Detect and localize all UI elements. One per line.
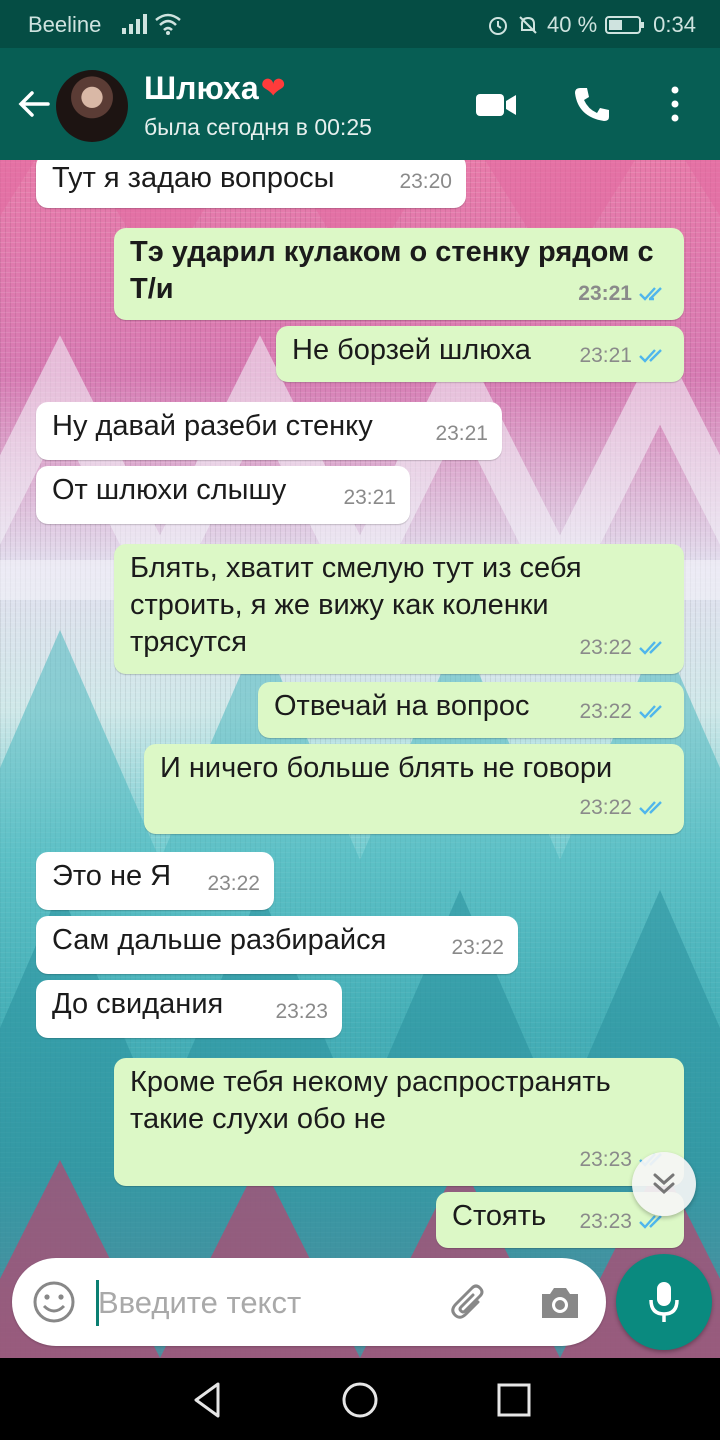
chat-header: Шлюха ❤ была сегодня в 00:25 bbox=[0, 48, 720, 160]
message-text: Отвечай на вопрос bbox=[274, 690, 530, 722]
message-text: Тут я задаю вопросы bbox=[52, 162, 335, 194]
nav-recents-icon[interactable] bbox=[494, 1380, 534, 1420]
message-time: 23:22 bbox=[579, 700, 632, 723]
mute-bell-icon bbox=[519, 16, 537, 34]
message-text: Стоять bbox=[452, 1200, 547, 1232]
message-text: От шлюхи слышу bbox=[52, 474, 287, 506]
contact-name-text: Шлюха bbox=[144, 70, 259, 106]
last-seen-status: была сегодня в 00:25 bbox=[144, 114, 372, 140]
status-bar: Beeline 40 % 0:34 bbox=[0, 0, 720, 48]
message-incoming[interactable]: До свидания 23:23 bbox=[36, 980, 342, 1038]
message-input[interactable] bbox=[98, 1278, 428, 1328]
carrier-name: Beeline bbox=[28, 12, 102, 37]
video-call-icon[interactable] bbox=[474, 84, 518, 124]
message-outgoing[interactable]: Блять, хватит смелую тут из себя строить… bbox=[114, 544, 684, 674]
contact-name[interactable]: Шлюха ❤ bbox=[144, 70, 286, 107]
message-incoming[interactable]: Сам дальше разбирайся 23:22 bbox=[36, 916, 518, 974]
message-time: 23:21 bbox=[435, 422, 488, 445]
back-arrow-icon[interactable] bbox=[14, 84, 54, 124]
battery-percent: 40 % bbox=[547, 12, 598, 37]
message-time: 23:23 bbox=[579, 1210, 632, 1233]
message-time: 23:21 bbox=[578, 282, 632, 305]
message-text: Ну давай разеби стенку bbox=[52, 410, 373, 442]
message-input-bar bbox=[12, 1258, 606, 1346]
nav-home-icon[interactable] bbox=[340, 1380, 380, 1420]
message-text: Блять, хватит смелую тут из себя строить… bbox=[130, 552, 582, 658]
message-time: 23:21 bbox=[343, 486, 396, 509]
message-text: Тэ ударил кулаком о стенку рядом с Т/и bbox=[130, 236, 654, 305]
status-right: 40 % 0:34 bbox=[487, 12, 696, 38]
double-chevron-down-icon bbox=[653, 1173, 675, 1195]
battery-icon bbox=[605, 16, 645, 34]
mic-icon bbox=[649, 1282, 679, 1322]
wifi-icon bbox=[155, 13, 181, 35]
phone-icon[interactable] bbox=[570, 84, 614, 124]
nav-back-icon[interactable] bbox=[188, 1380, 228, 1420]
message-text: Сам дальше разбирайся bbox=[52, 924, 387, 956]
message-text: Не борзей шлюха bbox=[292, 334, 531, 366]
message-time: 23:23 bbox=[579, 1148, 632, 1171]
message-outgoing[interactable]: Кроме тебя некому распространять такие с… bbox=[114, 1058, 684, 1186]
heart-icon: ❤ bbox=[260, 72, 286, 105]
signal-icon bbox=[122, 14, 147, 34]
attach-icon[interactable] bbox=[448, 1282, 492, 1326]
message-text: Кроме тебя некому распространять такие с… bbox=[130, 1066, 611, 1135]
message-time: 23:23 bbox=[275, 1000, 328, 1023]
read-ticks-icon bbox=[639, 640, 662, 655]
message-time: 23:21 bbox=[579, 344, 632, 367]
message-outgoing[interactable]: Тэ ударил кулаком о стенку рядом с Т/и 2… bbox=[114, 228, 684, 320]
message-incoming[interactable]: От шлюхи слышу 23:21 bbox=[36, 466, 410, 524]
clock: 0:34 bbox=[653, 12, 696, 37]
message-incoming[interactable]: Тут я задаю вопросы 23:20 bbox=[36, 160, 466, 208]
message-incoming[interactable]: Это не Я 23:22 bbox=[36, 852, 274, 910]
read-ticks-icon bbox=[639, 348, 662, 363]
read-ticks-icon bbox=[639, 800, 662, 815]
message-outgoing[interactable]: Отвечай на вопрос 23:22 bbox=[258, 682, 684, 738]
message-text: И ничего больше блять не говори bbox=[160, 752, 613, 784]
read-ticks-icon bbox=[639, 704, 662, 719]
read-ticks-icon bbox=[639, 286, 662, 301]
more-vert-icon[interactable] bbox=[660, 84, 690, 124]
message-time: 23:20 bbox=[399, 170, 452, 193]
voice-message-button[interactable] bbox=[616, 1254, 712, 1350]
message-time: 23:22 bbox=[579, 796, 632, 819]
message-outgoing[interactable]: И ничего больше блять не говори 23:22 bbox=[144, 744, 684, 834]
camera-icon[interactable] bbox=[538, 1282, 582, 1322]
message-text: Это не Я bbox=[52, 860, 172, 892]
message-text: До свидания bbox=[52, 988, 224, 1020]
system-nav-bar bbox=[0, 1358, 720, 1440]
alarm-icon bbox=[489, 17, 508, 35]
avatar[interactable] bbox=[56, 70, 128, 142]
message-outgoing[interactable]: Не борзей шлюха 23:21 bbox=[276, 326, 684, 382]
message-time: 23:22 bbox=[207, 872, 260, 895]
message-incoming[interactable]: Ну давай разеби стенку 23:21 bbox=[36, 402, 502, 460]
chat-area[interactable]: Тут я задаю вопросы 23:20 Тэ ударил кула… bbox=[0, 160, 720, 1358]
scroll-to-bottom-button[interactable] bbox=[632, 1152, 696, 1216]
message-time: 23:22 bbox=[579, 636, 632, 659]
emoji-icon[interactable] bbox=[32, 1280, 76, 1324]
message-time: 23:22 bbox=[451, 936, 504, 959]
